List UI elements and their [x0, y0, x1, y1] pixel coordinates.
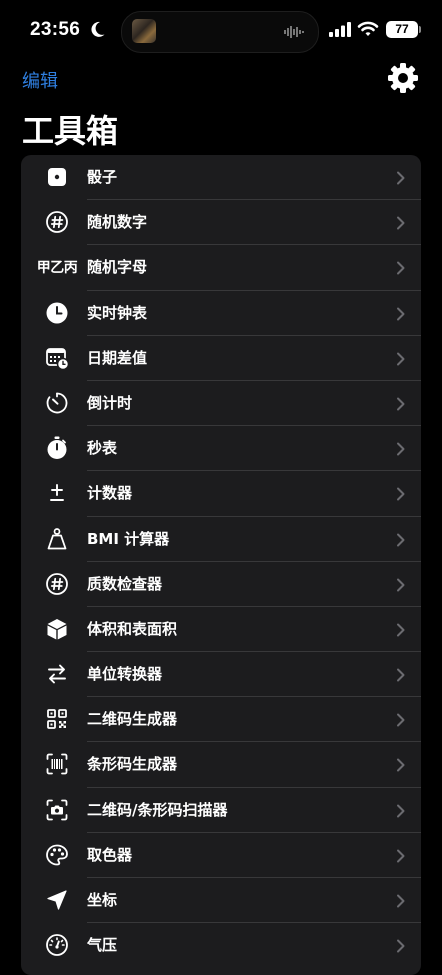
- chevron-right-icon: [397, 623, 405, 637]
- now-playing-artwork: [132, 19, 156, 43]
- tool-label: 取色器: [87, 845, 133, 864]
- tool-row-unit-converter[interactable]: 单位转换器: [21, 652, 421, 698]
- chevron-right-icon: [397, 758, 405, 772]
- tool-label: 秒表: [87, 439, 118, 458]
- tool-row-dice[interactable]: 骰子: [21, 155, 421, 201]
- status-bar: 23:56 77: [0, 0, 442, 60]
- audio-waveform-icon: [284, 26, 304, 38]
- scale-icon: [33, 525, 81, 553]
- chevron-right-icon: [397, 397, 405, 411]
- battery-tip: [419, 26, 421, 33]
- tool-row-random-number[interactable]: 随机数字: [21, 200, 421, 246]
- tool-label: 随机字母: [87, 258, 148, 277]
- tool-label: 二维码生成器: [87, 710, 178, 729]
- palette-icon: [33, 841, 81, 869]
- text-icon: 甲乙丙: [33, 253, 81, 281]
- tool-label: 日期差值: [87, 348, 148, 367]
- chevron-right-icon: [397, 578, 405, 592]
- tool-label: 条形码生成器: [87, 755, 178, 774]
- tool-row-color-picker[interactable]: 取色器: [21, 833, 421, 878]
- edit-button[interactable]: 编辑: [22, 67, 58, 93]
- chevron-right-icon: [397, 352, 405, 366]
- number-sign-icon: [33, 208, 81, 236]
- number-sign-icon: [33, 570, 81, 598]
- tool-row-code-scanner[interactable]: 二维码/条形码扫描器: [21, 788, 421, 833]
- tool-row-prime-checker[interactable]: 质数检查器: [21, 562, 421, 607]
- chevron-right-icon: [397, 668, 405, 682]
- tool-row-live-clock[interactable]: 实时钟表: [21, 291, 421, 336]
- barcode-icon: [33, 750, 81, 778]
- tool-label: 气压: [87, 936, 118, 955]
- status-time: 23:56: [30, 19, 81, 40]
- chevron-right-icon: [397, 894, 405, 908]
- chevron-right-icon: [397, 533, 405, 546]
- tool-row-air-pressure[interactable]: 气压: [21, 923, 421, 968]
- chevron-right-icon: [397, 171, 405, 185]
- tool-label: 随机数字: [87, 213, 148, 232]
- tool-row-bmi-calculator[interactable]: BMI 计算器: [21, 517, 421, 562]
- moon-icon: [91, 21, 105, 37]
- chevron-right-icon: [397, 939, 405, 953]
- qr-code-icon: [33, 705, 81, 733]
- stopwatch-icon: [33, 434, 81, 462]
- dynamic-island[interactable]: [121, 11, 319, 53]
- plus-minus-icon: [33, 479, 81, 507]
- tool-row-countdown[interactable]: 倒计时: [21, 381, 421, 427]
- tool-label: 体积和表面积: [87, 619, 178, 638]
- tool-label: 计数器: [87, 484, 133, 503]
- tool-label: 倒计时: [87, 393, 133, 412]
- tool-label: 实时钟表: [87, 303, 148, 322]
- calendar-clock-icon: [33, 344, 81, 372]
- chevron-right-icon: [397, 487, 405, 501]
- tool-row-date-difference[interactable]: 日期差值: [21, 336, 421, 381]
- cube-icon: [33, 615, 81, 643]
- chevron-right-icon: [397, 442, 405, 456]
- tool-row-qr-generator[interactable]: 二维码生成器: [21, 697, 421, 743]
- gear-icon[interactable]: [387, 62, 419, 94]
- gauge-icon: [33, 931, 81, 959]
- tool-row-volume-surface-area[interactable]: 体积和表面积: [21, 607, 421, 653]
- text-icon-label: 甲乙丙: [36, 260, 78, 277]
- tool-label: 二维码/条形码扫描器: [87, 800, 228, 819]
- chevron-right-icon: [397, 804, 405, 818]
- page-title: 工具箱: [22, 112, 119, 150]
- dice-icon: [33, 163, 81, 191]
- tool-row-coordinates[interactable]: 坐标: [21, 878, 421, 924]
- cellular-signal-icon: [329, 22, 351, 37]
- tool-row-stopwatch[interactable]: 秒表: [21, 426, 421, 472]
- battery-indicator: 77: [386, 21, 418, 38]
- wifi-icon: [357, 21, 379, 36]
- chevron-right-icon: [397, 216, 405, 230]
- chevron-right-icon: [397, 307, 405, 321]
- tool-label: 单位转换器: [87, 665, 163, 684]
- tool-label: 质数检查器: [87, 574, 163, 593]
- timer-icon: [33, 389, 81, 417]
- arrows-swap-icon: [33, 660, 81, 688]
- chevron-right-icon: [397, 713, 405, 727]
- chevron-right-icon: [397, 261, 405, 275]
- tool-row-random-letter[interactable]: 甲乙丙 随机字母: [21, 245, 421, 291]
- tool-row-counter[interactable]: 计数器: [21, 471, 421, 517]
- chevron-right-icon: [397, 849, 405, 863]
- location-icon: [33, 886, 81, 914]
- camera-scan-icon: [33, 796, 81, 824]
- clock-icon: [33, 299, 81, 327]
- tool-row-barcode-generator[interactable]: 条形码生成器: [21, 742, 421, 788]
- tool-label: 坐标: [87, 891, 118, 909]
- tools-list: 骰子 随机数字 甲乙丙 随机字母 实时钟表 日期差值 倒计时 秒表 计数器 BM…: [21, 155, 421, 975]
- tool-label: BMI 计算器: [87, 529, 170, 548]
- tool-label: 骰子: [87, 168, 118, 186]
